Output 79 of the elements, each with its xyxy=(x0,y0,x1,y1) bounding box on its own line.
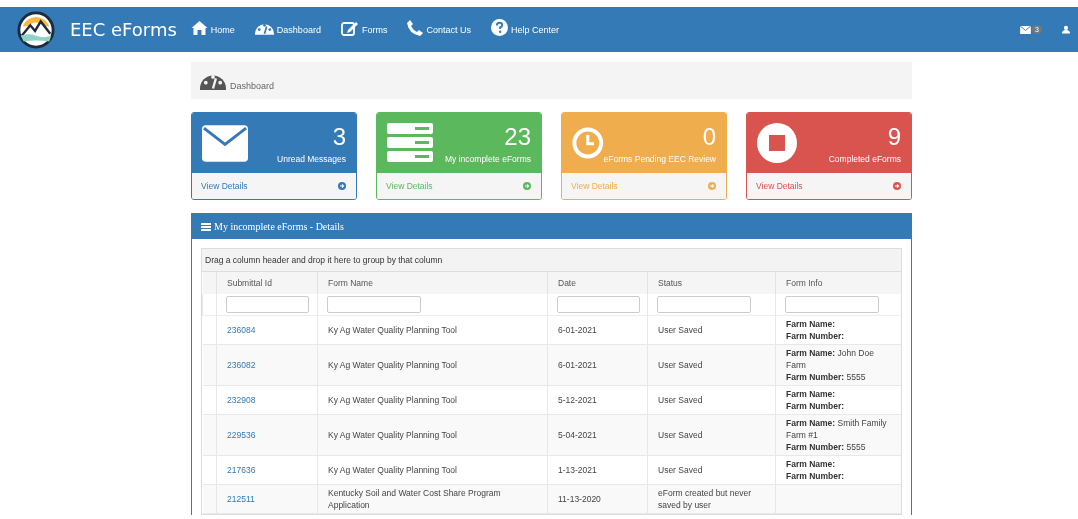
form-name-cell: Ky Ag Water Quality Planning Tool xyxy=(317,315,548,345)
nav-link[interactable]: Help Center xyxy=(490,23,559,36)
stat-label: Completed eForms xyxy=(828,153,901,164)
stop-icon xyxy=(757,123,797,163)
status-cell: User Saved xyxy=(647,315,776,345)
breadcrumb-text: Dashboard xyxy=(230,80,275,91)
form-info-line: Farm Number: 5555 xyxy=(786,371,867,383)
home-icon xyxy=(190,20,208,35)
stat-count: 23 xyxy=(504,122,531,151)
status-cell: User Saved xyxy=(647,344,776,386)
column-header[interactable]: Status xyxy=(647,272,776,294)
column-header[interactable]: Date xyxy=(547,272,648,294)
date-cell: 1-13-2021 xyxy=(547,455,648,485)
date-cell: 6-01-2021 xyxy=(547,344,648,386)
arrow-circle-icon xyxy=(708,182,716,190)
stat-label: Unread Messages xyxy=(277,153,346,164)
view-details-link[interactable]: View Details xyxy=(747,173,911,199)
form-info-line: Farm Number: xyxy=(786,470,846,482)
column-header[interactable]: Submittal Id xyxy=(216,272,318,294)
arrow-circle-icon xyxy=(523,182,531,190)
form-info-line: Farm Name: xyxy=(786,318,837,330)
column-header[interactable]: Form Info xyxy=(775,272,901,294)
stat-label: eForms Pending EEC Review xyxy=(603,153,716,164)
form-info-line: Farm Name: Smith Family Farm #1 xyxy=(786,417,888,441)
submittal-id-link[interactable]: 217636 xyxy=(227,465,256,475)
submittal-id-link[interactable]: 212511 xyxy=(227,494,255,504)
filter-field[interactable] xyxy=(226,296,309,313)
brand-title[interactable]: EEC eForms xyxy=(70,19,177,40)
status-cell: eForm created but never saved by user xyxy=(647,484,776,514)
form-name-cell: Ky Ag Water Quality Planning Tool xyxy=(317,455,548,485)
logo-icon[interactable] xyxy=(17,10,55,49)
arrow-circle-icon xyxy=(893,182,901,190)
help-icon xyxy=(490,19,508,36)
submittal-id-link[interactable]: 236084 xyxy=(227,325,256,335)
status-cell: User Saved xyxy=(647,385,776,415)
filter-field[interactable] xyxy=(785,296,879,313)
status-cell: User Saved xyxy=(647,414,776,456)
form-name-cell: Kentucky Soil and Water Cost Share Program Application xyxy=(317,484,548,514)
nav-link[interactable]: Dashboard xyxy=(254,24,321,35)
view-details-link[interactable]: View Details xyxy=(192,173,356,199)
date-cell: 11-13-2020 xyxy=(547,484,648,514)
status-cell: User Saved xyxy=(647,455,776,485)
form-info-line: Farm Number: xyxy=(786,400,846,412)
form-name-cell: Ky Ag Water Quality Planning Tool xyxy=(317,385,548,415)
user-icon[interactable] xyxy=(1062,25,1070,34)
stat-count: 9 xyxy=(887,122,901,151)
nav-link[interactable]: Forms xyxy=(340,23,388,36)
group-by-hint: Drag a column header and drop it here to group by that column xyxy=(202,249,901,272)
column-header[interactable]: Form Name xyxy=(317,272,548,294)
filter-field[interactable] xyxy=(557,296,640,313)
form-info-line: Farm Number: 5555 xyxy=(786,441,867,453)
server-icon xyxy=(387,123,433,163)
form-info-line: Farm Number: xyxy=(786,330,846,342)
date-cell: 5-04-2021 xyxy=(547,414,648,456)
filter-field[interactable] xyxy=(327,296,421,313)
nav-link[interactable]: Home xyxy=(190,24,235,35)
date-cell: 5-12-2021 xyxy=(547,385,648,415)
submittal-id-link[interactable]: 229536 xyxy=(227,430,256,440)
view-details-link[interactable]: View Details xyxy=(377,173,541,199)
form-info-line: Farm Name: xyxy=(786,458,837,470)
stat-label: My incomplete eForms xyxy=(445,153,531,164)
date-cell: 6-01-2021 xyxy=(547,315,648,345)
panel-title: My incomplete eForms - Details xyxy=(214,221,344,232)
envelope-icon[interactable] xyxy=(1020,25,1032,34)
form-info-line: Farm Name: John Doe Farm xyxy=(786,347,875,371)
stat-count: 0 xyxy=(702,122,716,151)
filter-field[interactable] xyxy=(657,296,751,313)
form-name-cell: Ky Ag Water Quality Planning Tool xyxy=(317,414,548,456)
list-icon xyxy=(201,222,211,231)
submittal-id-link[interactable]: 236082 xyxy=(227,360,256,370)
arrow-circle-icon xyxy=(338,182,346,190)
form-info-line: Farm Name: xyxy=(786,388,837,400)
form-name-cell: Ky Ag Water Quality Planning Tool xyxy=(317,344,548,386)
nav-link[interactable]: Contact Us xyxy=(407,23,471,36)
submittal-id-link[interactable]: 232908 xyxy=(227,395,256,405)
edit-icon xyxy=(340,19,359,36)
envelope-icon xyxy=(202,124,248,162)
phone-icon xyxy=(407,19,424,36)
stat-count: 3 xyxy=(332,122,346,151)
